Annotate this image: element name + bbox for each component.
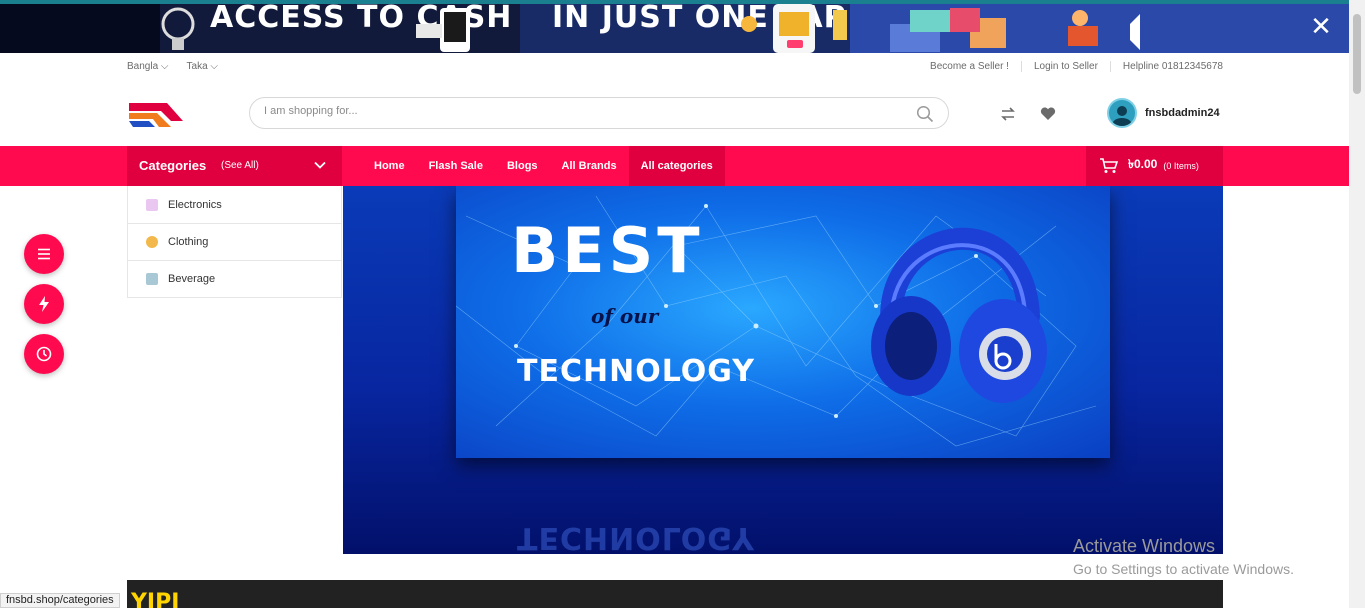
category-list: Electronics Clothing Beverage bbox=[127, 186, 342, 298]
username[interactable]: fnsbdadmin24 bbox=[1145, 107, 1220, 119]
hero-title-technology: TECHNOLOGY bbox=[517, 354, 755, 389]
lightbulb-icon bbox=[161, 7, 195, 50]
chevron-down-icon: ⌵ bbox=[210, 61, 219, 72]
flash-fab-button[interactable] bbox=[24, 284, 64, 324]
helpline-text: Helpline 01812345678 bbox=[1109, 61, 1223, 72]
flash-deal-section: YIPI bbox=[127, 580, 1223, 608]
electronics-icon bbox=[146, 198, 158, 211]
compare-icon[interactable] bbox=[999, 105, 1017, 123]
nav-link-home[interactable]: Home bbox=[362, 146, 417, 186]
category-label: Clothing bbox=[168, 236, 209, 248]
search-box bbox=[249, 97, 949, 129]
main-nav-bar: Categories (See All) Home Flash Sale Blo… bbox=[0, 146, 1349, 186]
category-item-beverage[interactable]: Beverage bbox=[128, 260, 341, 297]
cart-item-count: (0 Items) bbox=[1163, 161, 1199, 171]
cart-button[interactable]: ৳0.00 (0 Items) bbox=[1086, 146, 1223, 186]
nav-link-all-categories[interactable]: All categories bbox=[628, 146, 725, 186]
gift-phone-icon bbox=[741, 4, 847, 53]
flash-icon bbox=[39, 296, 49, 312]
nav-link-flash-sale[interactable]: Flash Sale bbox=[417, 146, 495, 186]
chevron-down-icon: ⌵ bbox=[160, 61, 169, 72]
promo-bg-dark bbox=[0, 4, 160, 53]
cart-icon bbox=[1100, 158, 1118, 173]
category-label: Electronics bbox=[168, 198, 222, 211]
category-item-electronics[interactable]: Electronics bbox=[128, 186, 341, 223]
become-seller-link[interactable]: Become a Seller ! bbox=[918, 61, 1021, 72]
categories-toggle[interactable]: Categories (See All) bbox=[127, 146, 342, 186]
hero-subtitle: of our bbox=[591, 304, 659, 328]
promo-close-button[interactable]: ✕ bbox=[1302, 8, 1340, 46]
headphones-icon bbox=[871, 227, 1047, 403]
wishlist-heart-icon[interactable] bbox=[1039, 105, 1057, 123]
hero-title-best: BEST bbox=[511, 214, 704, 287]
chevron-down-icon[interactable] bbox=[313, 158, 327, 172]
menu-icon bbox=[38, 248, 50, 260]
history-fab-button[interactable] bbox=[24, 334, 64, 374]
currency-selector[interactable]: Taka ⌵ bbox=[187, 61, 219, 72]
categories-title: Categories bbox=[139, 158, 207, 173]
promo-banner[interactable]: ACCESS TO CASH IN JUST ONE TAP ✕ bbox=[0, 0, 1349, 53]
windows-watermark-subtitle: Go to Settings to activate Windows. bbox=[1073, 561, 1294, 577]
section-heading: YIPI bbox=[131, 590, 180, 608]
hero-reflection: TECHNOLOGY bbox=[517, 520, 755, 554]
nav-links: Home Flash Sale Blogs All Brands All cat… bbox=[362, 146, 725, 186]
login-seller-link[interactable]: Login to Seller bbox=[1020, 61, 1110, 72]
language-selector[interactable]: Bangla ⌵ bbox=[127, 61, 169, 72]
search-icon[interactable] bbox=[916, 105, 934, 123]
menu-fab-button[interactable] bbox=[24, 234, 64, 274]
site-header: fnsbdadmin24 bbox=[127, 81, 1223, 146]
delivery-boxes-icon bbox=[890, 8, 1140, 52]
category-label: Beverage bbox=[168, 273, 216, 285]
status-bar-url: fnsbd.shop/categories bbox=[0, 593, 120, 608]
cash-hand-icon bbox=[416, 8, 470, 52]
nav-link-all-brands[interactable]: All Brands bbox=[550, 146, 629, 186]
clock-icon bbox=[36, 346, 52, 362]
avatar[interactable] bbox=[1107, 98, 1137, 128]
see-all-link[interactable]: (See All) bbox=[221, 160, 259, 171]
beverage-icon bbox=[146, 273, 158, 285]
scrollbar-thumb[interactable] bbox=[1353, 14, 1361, 94]
nav-link-blogs[interactable]: Blogs bbox=[495, 146, 550, 186]
windows-watermark-title: Activate Windows bbox=[1073, 536, 1216, 556]
search-input[interactable] bbox=[264, 105, 904, 117]
page-scrollbar[interactable] bbox=[1349, 0, 1365, 608]
user-account[interactable]: fnsbdadmin24 bbox=[1107, 98, 1220, 128]
top-bar: Bangla ⌵ Taka ⌵ Become a Seller ! Login … bbox=[127, 53, 1223, 81]
category-item-clothing[interactable]: Clothing bbox=[128, 223, 341, 260]
clothing-icon bbox=[146, 236, 158, 248]
cart-amount: ৳0.00 bbox=[1128, 157, 1158, 171]
site-logo[interactable] bbox=[127, 99, 185, 129]
hero-slider[interactable]: BEST of our TECHNOLOGY TECHNOLOGY bbox=[343, 186, 1223, 554]
